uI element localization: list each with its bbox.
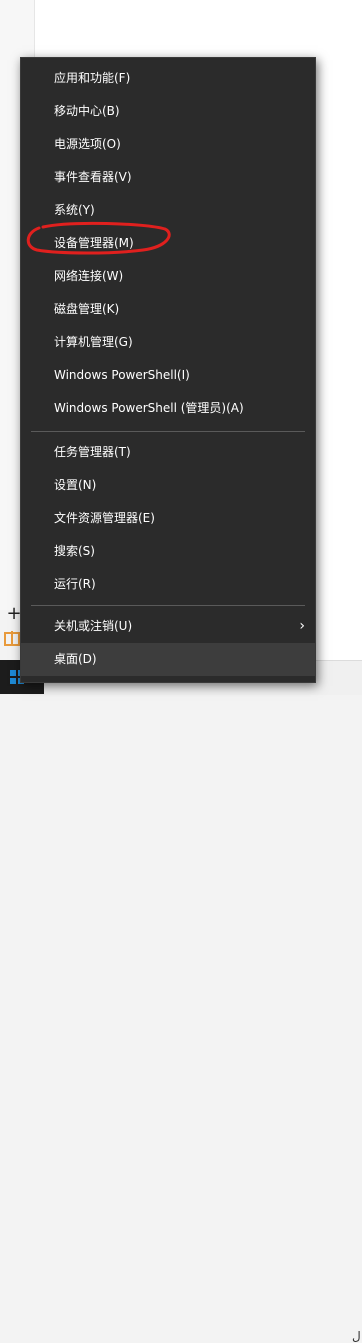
menu-item-search[interactable]: 搜索(S) bbox=[21, 535, 315, 568]
menu-item-settings[interactable]: 设置(N) bbox=[21, 469, 315, 502]
menu-item-apps-features[interactable]: 应用和功能(F) bbox=[21, 62, 315, 95]
menu-item-disk-management[interactable]: 磁盘管理(K) bbox=[21, 293, 315, 326]
menu-separator bbox=[31, 431, 305, 432]
menu-item-powershell[interactable]: Windows PowerShell(I) bbox=[21, 359, 315, 392]
gift-icon[interactable] bbox=[4, 631, 20, 646]
menu-item-run[interactable]: 运行(R) bbox=[21, 568, 315, 601]
menu-item-label: 关机或注销(U) bbox=[54, 619, 133, 633]
menu-item-desktop[interactable]: 桌面(D) bbox=[21, 643, 315, 676]
menu-item-mobility-center[interactable]: 移动中心(B) bbox=[21, 95, 315, 128]
chevron-right-icon: › bbox=[299, 618, 305, 634]
menu-item-task-manager[interactable]: 任务管理器(T) bbox=[21, 436, 315, 469]
menu-item-device-manager[interactable]: 设备管理器(M) bbox=[21, 227, 315, 260]
menu-item-powershell-admin[interactable]: Windows PowerShell (管理员)(A) bbox=[21, 392, 315, 425]
tray-glyph: ل bbox=[352, 1329, 361, 1343]
menu-separator bbox=[31, 605, 305, 606]
menu-item-shutdown-signout[interactable]: 关机或注销(U) › bbox=[21, 610, 315, 643]
menu-item-power-options[interactable]: 电源选项(O) bbox=[21, 128, 315, 161]
menu-item-file-explorer[interactable]: 文件资源管理器(E) bbox=[21, 502, 315, 535]
menu-item-event-viewer[interactable]: 事件查看器(V) bbox=[21, 161, 315, 194]
menu-item-system[interactable]: 系统(Y) bbox=[21, 194, 315, 227]
menu-item-computer-management[interactable]: 计算机管理(G) bbox=[21, 326, 315, 359]
menu-item-network-connections[interactable]: 网络连接(W) bbox=[21, 260, 315, 293]
winx-context-menu: 应用和功能(F) 移动中心(B) 电源选项(O) 事件查看器(V) 系统(Y) … bbox=[20, 57, 316, 683]
